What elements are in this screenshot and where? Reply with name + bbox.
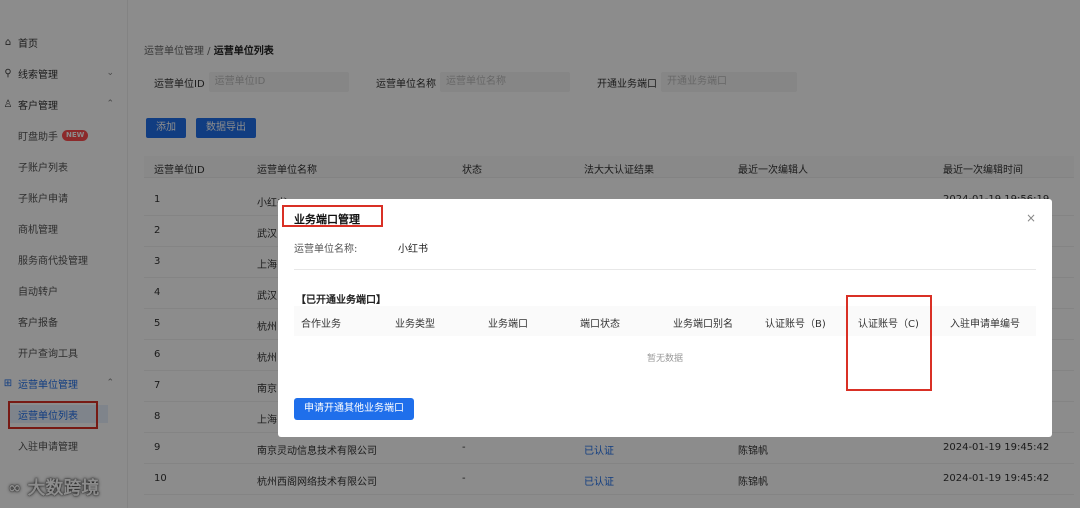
column-header: 入驻申请单编号 <box>950 319 1020 330</box>
column-header: 业务类型 <box>395 319 435 330</box>
highlight-box-column <box>846 295 932 391</box>
column-header: 业务端口别名 <box>673 319 733 330</box>
column-header: 合作业务 <box>301 319 341 330</box>
close-icon[interactable]: × <box>1026 211 1036 225</box>
column-header: 业务端口 <box>488 319 528 330</box>
column-header: 认证账号（B) <box>765 319 826 330</box>
unit-name-label: 运营单位名称: <box>294 244 358 255</box>
apply-port-button[interactable]: 申请开通其他业务端口 <box>294 398 414 420</box>
column-header: 端口状态 <box>580 319 620 330</box>
divider <box>294 269 1036 270</box>
business-port-modal: 业务端口管理 × 运营单位名称: 小红书 【已开通业务端口】 合作业务 业务类型… <box>278 199 1052 437</box>
section-title: 【已开通业务端口】 <box>296 295 386 306</box>
modal-title: 业务端口管理 <box>294 213 360 226</box>
unit-name-value: 小红书 <box>398 244 428 255</box>
